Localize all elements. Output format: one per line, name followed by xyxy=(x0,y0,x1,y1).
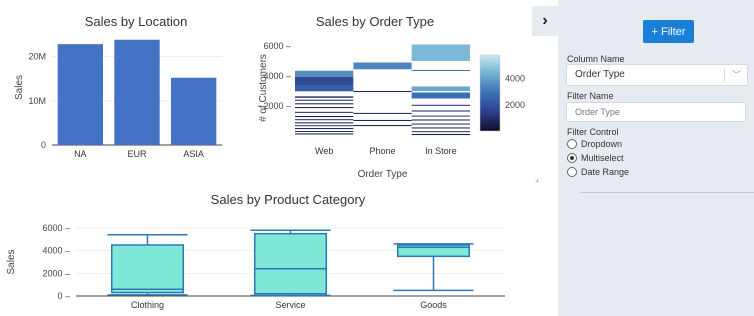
chart-title: Sales by Product Category xyxy=(211,192,366,207)
radio-multiselect[interactable]: Multiselect xyxy=(567,152,737,164)
x-tick-label: In Store xyxy=(425,146,457,156)
chevron-right-icon: › xyxy=(542,12,548,29)
radio-dot-selected[interactable] xyxy=(567,153,577,163)
heatmap-cell xyxy=(353,119,412,121)
heatmap-cell xyxy=(295,131,354,133)
heatmap-cell xyxy=(295,119,354,121)
x-tick-label: Service xyxy=(275,300,305,310)
heatmap-cell xyxy=(411,86,470,91)
heatmap-cell xyxy=(411,127,470,129)
heatmap-cell xyxy=(411,110,470,112)
column-name-value: Order Type xyxy=(575,69,625,80)
y-tick-label: 10M xyxy=(28,96,46,106)
filter-name-label: Filter Name xyxy=(567,91,614,101)
x-tick-label: Web xyxy=(315,146,333,156)
chart-title: Sales by Location xyxy=(85,14,188,29)
radio-label: Multiselect xyxy=(581,153,624,163)
y-tick-label: 20M xyxy=(28,52,46,62)
y-tick-label: 2000 – xyxy=(42,268,70,278)
y-tick-label: 4000 – xyxy=(42,246,70,256)
filter-name-input[interactable]: Order Type xyxy=(566,102,746,122)
heatmap-cell xyxy=(295,107,354,109)
heatmap-cell xyxy=(411,70,470,71)
y-tick-label: 0 xyxy=(41,140,46,150)
heatmap-cell xyxy=(411,134,470,136)
heatmap-cell xyxy=(295,103,354,105)
sales-by-order-type-chart: Sales by Order Type2000 –4000 –6000 –# o… xyxy=(258,14,525,180)
heatmap-cell xyxy=(353,91,412,92)
radio-date-range[interactable]: Date Range xyxy=(567,166,737,178)
chevron-down-icon[interactable]: ﹀ xyxy=(732,68,741,81)
y-tick-label: 6000 – xyxy=(42,223,70,233)
bar xyxy=(171,77,217,145)
y-axis-label: Sales xyxy=(14,75,25,100)
heatmap-cell xyxy=(411,131,470,133)
heatmap-cell xyxy=(295,96,354,98)
y-tick-label: 0 – xyxy=(57,291,70,301)
x-tick-label: ASIA xyxy=(183,149,204,159)
panel-divider xyxy=(580,192,754,193)
heatmap-cell xyxy=(353,112,412,114)
x-tick-label: EUR xyxy=(127,149,147,159)
bar xyxy=(57,44,103,145)
column-name-label: Column Name xyxy=(567,54,625,64)
colorbar-tick-label: 2000 xyxy=(505,100,525,110)
dashboard-main: Sales by Location 0 10M 20M Sales NA EUR ASIA S… xyxy=(0,0,558,316)
heatmap-cell xyxy=(353,62,412,70)
y-axis-label: Sales xyxy=(6,249,17,274)
heatmap-cell xyxy=(295,128,354,130)
x-tick-label: NA xyxy=(74,149,87,159)
x-axis-label: Order Type xyxy=(358,169,408,180)
y-axis-label: # of Customers xyxy=(258,54,269,122)
chart-title: Sales by Order Type xyxy=(316,14,434,29)
box xyxy=(254,232,327,295)
x-tick-label: Clothing xyxy=(131,300,164,310)
resize-handle-icon[interactable]: ⌟ xyxy=(535,174,539,183)
column-name-select[interactable]: Order Type ﹀ xyxy=(566,64,748,86)
select-separator xyxy=(724,68,725,82)
heatmap-cell xyxy=(295,133,354,135)
heatmap-cell xyxy=(411,44,470,61)
heatmap-cell xyxy=(411,92,470,99)
radio-label: Dropdown xyxy=(581,139,623,149)
sales-by-location-chart: Sales by Location 0 10M 20M Sales NA EUR ASIA xyxy=(14,14,222,159)
heatmap-cell xyxy=(295,111,354,113)
heatmap-cell xyxy=(295,122,354,124)
heatmap-cell xyxy=(353,125,412,127)
y-tick-label: 6000 – xyxy=(263,41,291,51)
heatmap-cell xyxy=(411,119,470,121)
heatmap-cell xyxy=(411,123,470,125)
bar xyxy=(114,39,160,145)
heatmap-cell xyxy=(411,115,470,117)
filter-control-label: Filter Control xyxy=(567,127,619,137)
x-tick-label: Phone xyxy=(369,146,395,156)
radio-dropdown[interactable]: Dropdown xyxy=(567,138,737,150)
colorbar xyxy=(479,54,501,132)
x-tick-label: Goods xyxy=(420,300,447,310)
heatmap-cell xyxy=(295,125,354,127)
heatmap-cell xyxy=(295,70,354,77)
radio-label: Date Range xyxy=(581,167,630,177)
radio-dot[interactable] xyxy=(567,139,577,149)
collapse-panel-button[interactable]: › xyxy=(532,6,558,36)
box xyxy=(111,244,184,294)
sales-by-product-category-chart: Sales by Product Category 0 – 2000 – 4000 –… xyxy=(6,192,505,310)
radio-dot[interactable] xyxy=(567,167,577,177)
heatmap-cell xyxy=(295,116,354,118)
heatmap-cell xyxy=(295,85,354,92)
colorbar-tick-label: 4000 xyxy=(505,74,525,84)
heatmap-cell xyxy=(411,104,470,106)
heatmap-cell xyxy=(295,99,354,101)
heatmap-cell xyxy=(295,76,354,85)
add-filter-button[interactable]: + Filter xyxy=(643,20,694,43)
